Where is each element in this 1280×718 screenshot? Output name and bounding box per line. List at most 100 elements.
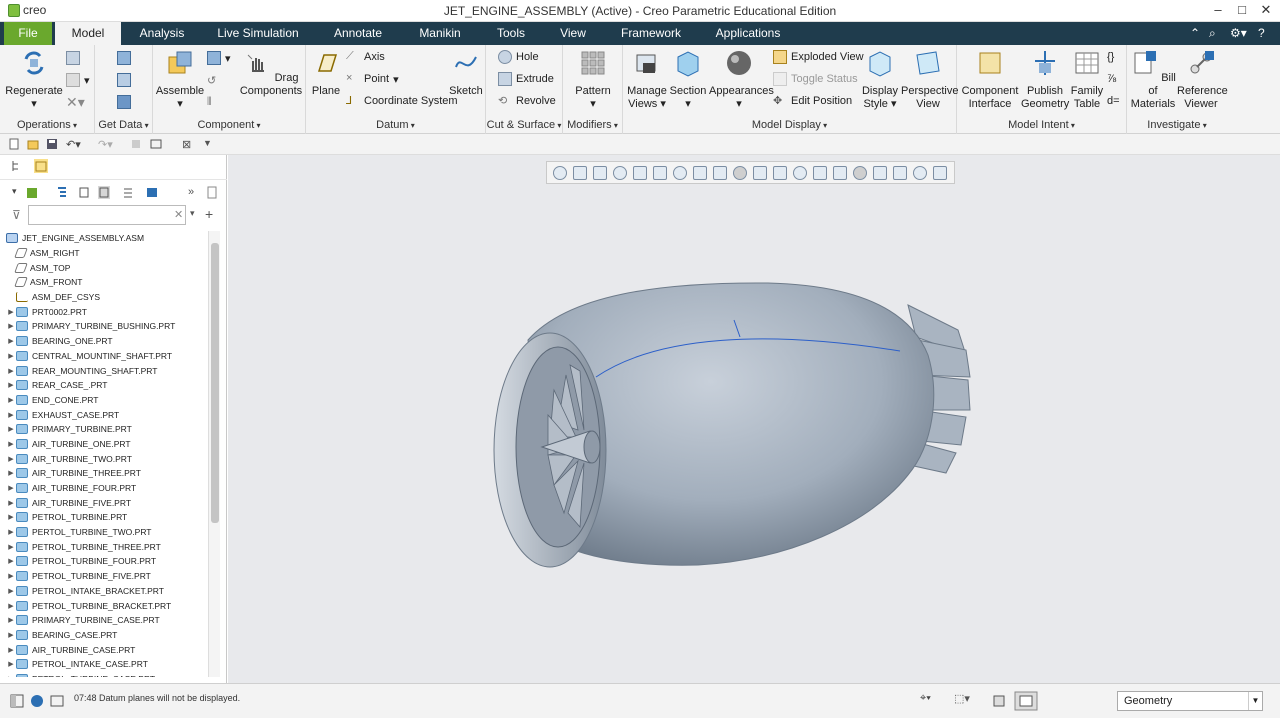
regenerate-button[interactable]: Regenerate ▾ [4,49,64,111]
model-display-label[interactable]: Model Display [623,119,956,131]
model-intent-label[interactable]: Model Intent [957,119,1126,131]
browser-toggle-icon[interactable] [30,694,44,708]
customize-qat-icon[interactable]: ▼ [203,138,215,150]
tree-item[interactable]: ▶ AIR_TURBINE_ONE.PRT [6,437,206,452]
relations-icon[interactable]: {} [1107,48,1114,66]
settings-icon[interactable]: ⚙▾ [1230,26,1247,40]
axis-button[interactable]: ⟋ Axis [346,48,385,66]
tree-columns-icon[interactable] [78,186,90,199]
family-table-button[interactable]: Family Table [1069,49,1105,111]
tree-scrollbar-thumb[interactable] [211,243,219,523]
save-icon[interactable] [46,138,58,150]
tree-item[interactable]: ▶ END_CONE.PRT [6,393,206,408]
tab-manikin[interactable]: Manikin [410,22,470,45]
edit-position-button[interactable]: ✥ Edit Position [773,92,852,110]
get-data-label[interactable]: Get Data [95,119,152,131]
tree-item[interactable]: ▶ PETROL_INTAKE_BRACKET.PRT [6,584,206,599]
operations-label[interactable]: Operations [0,119,94,131]
tab-view[interactable]: View [552,22,594,45]
expand-arrow-icon[interactable]: ▶ [6,513,16,521]
regenerate-small-icon[interactable] [130,138,142,150]
tree-item[interactable]: ▶ BEARING_CASE.PRT [6,628,206,643]
datum-label[interactable]: Datum [306,119,485,131]
toggle-status-button[interactable]: Toggle Status [773,70,858,88]
expand-arrow-icon[interactable]: ▶ [6,557,16,565]
expand-arrow-icon[interactable]: ▶ [6,352,16,360]
maximize-button[interactable]: □ [1230,2,1254,17]
expand-arrow-icon[interactable]: ▶ [6,499,16,507]
modifiers-label[interactable]: Modifiers [563,119,622,131]
tree-item[interactable]: ▶ BEARING_ONE.PRT [6,334,206,349]
expand-arrow-icon[interactable]: ▶ [6,587,16,595]
expand-arrow-icon[interactable]: ▶ [6,616,16,624]
assemble-button[interactable]: Assemble ▾ [155,49,205,111]
panel-doc-icon[interactable] [206,186,218,199]
selection-filter-dropdown[interactable]: Geometry ▼ [1117,691,1263,711]
tree-item[interactable]: ▶ PERTOL_TURBINE_TWO.PRT [6,525,206,540]
sketch-button[interactable]: Sketch [448,49,484,98]
reference-viewer-button[interactable]: Reference Viewer [1177,49,1228,111]
tree-item[interactable]: ASM_RIGHT [6,246,206,261]
tab-file[interactable]: File [4,22,52,45]
find-icon[interactable]: ⌖▾ [920,692,931,705]
switch-dimensions-icon[interactable]: d= [1107,92,1120,110]
collapse-ribbon-icon[interactable]: ⌃ [1190,26,1200,40]
tree-item[interactable]: ▶ AIR_TURBINE_FOUR.PRT [6,481,206,496]
plane-button[interactable]: Plane [308,49,344,98]
search-input[interactable] [28,205,186,225]
expand-arrow-icon[interactable]: ▶ [6,484,16,492]
section-button[interactable]: Section ▾ [669,49,707,111]
user-defined-feature-icon[interactable] [117,49,131,67]
tree-item[interactable]: ▶ PETROL_TURBINE_CASE.PRT [6,672,206,677]
graphics-window[interactable] [228,155,1280,683]
tree-item[interactable]: ▶ PRIMARY_TURBINE_CASE.PRT [6,613,206,628]
extrude-button[interactable]: Extrude [498,70,554,88]
tree-filters-icon[interactable] [56,186,68,199]
tab-applications[interactable]: Applications [708,22,788,45]
geometry-filter-icon[interactable] [1014,691,1038,711]
tree-settings-icon[interactable] [98,186,110,199]
display-style-button[interactable]: Display Style ▾ [859,49,901,111]
component-interface-button[interactable]: Component Interface [961,49,1019,111]
revolve-button[interactable]: ⟲ Revolve [498,92,556,110]
model-tree-tab-icon[interactable] [10,159,24,173]
manage-views-button[interactable]: Manage Views ▾ [625,49,669,111]
model-cube-icon[interactable] [26,186,38,199]
expand-arrow-icon[interactable]: ▶ [6,455,16,463]
tree-scrollbar[interactable] [208,231,220,677]
mirror-component-icon[interactable]: ⫴ [207,93,212,111]
tree-root[interactable]: JET_ENGINE_ASSEMBLY.ASM [6,231,206,246]
tree-item[interactable]: ASM_TOP [6,260,206,275]
repeat-icon[interactable]: ↺ [207,71,216,89]
point-button[interactable]: × Point ▾ [346,70,399,88]
merge-icon[interactable] [117,93,131,111]
expand-arrow-icon[interactable]: ▶ [6,396,16,404]
paste-icon[interactable]: ▾ [66,71,90,89]
exploded-view-button[interactable]: Exploded View [773,48,864,66]
close-window-icon[interactable]: ⊠ [182,138,194,151]
tree-item[interactable]: ▶ EXHAUST_CASE.PRT [6,407,206,422]
selection-box-icon[interactable]: ⬚▾ [954,692,970,705]
tree-item[interactable]: ▶ PETROL_TURBINE_FIVE.PRT [6,569,206,584]
expand-arrow-icon[interactable]: ▶ [6,646,16,654]
expand-arrow-icon[interactable]: ▶ [6,631,16,639]
parameters-icon[interactable]: ⅞ [1107,70,1116,88]
minimize-button[interactable]: – [1206,2,1230,17]
investigate-label[interactable]: Investigate [1127,119,1227,131]
cut-surface-label[interactable]: Cut & Surface [486,119,562,131]
tree-item[interactable]: ▶ PETROL_TURBINE_BRACKET.PRT [6,598,206,613]
expand-arrow-icon[interactable]: ▶ [6,337,16,345]
display-icon[interactable] [146,186,158,199]
delete-icon[interactable]: ✕▾ [66,93,85,111]
expand-panel-icon[interactable]: » [188,186,200,199]
select-mode-icon[interactable] [992,694,1006,708]
add-column-icon[interactable]: + [205,206,213,222]
tree-item[interactable]: ▶ REAR_MOUNTING_SHAFT.PRT [6,363,206,378]
tree-item[interactable]: ▶ PRT0002.PRT [6,304,206,319]
tab-analysis[interactable]: Analysis [132,22,192,45]
tab-framework[interactable]: Framework [612,22,690,45]
close-button[interactable]: ✕ [1254,2,1278,18]
create-component-icon[interactable]: ▾ [207,49,231,67]
expand-arrow-icon[interactable]: ▶ [6,411,16,419]
tree-item[interactable]: ▶ PETROL_TURBINE_THREE.PRT [6,539,206,554]
